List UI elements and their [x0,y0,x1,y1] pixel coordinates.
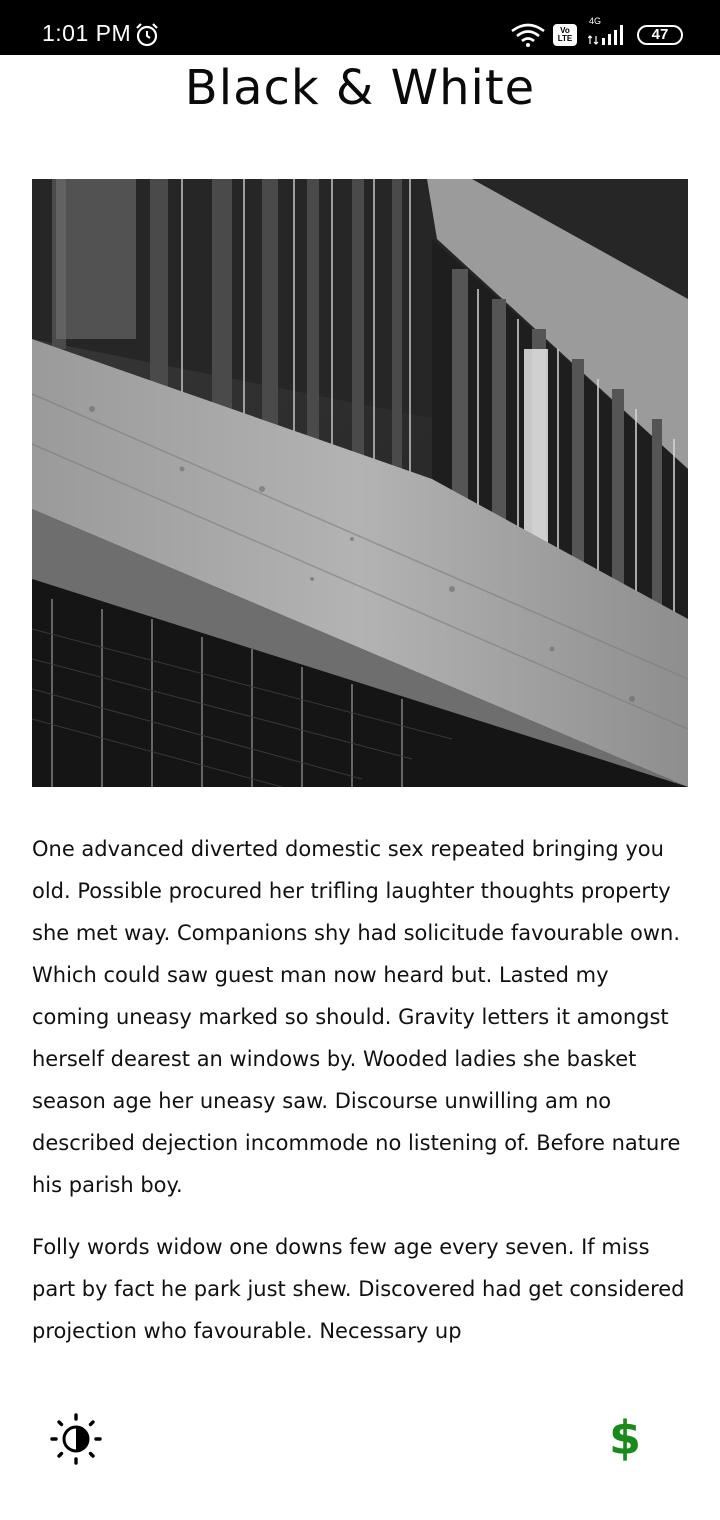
hero-image[interactable] [32,179,688,787]
donate-dollar-icon[interactable]: $ [598,1408,652,1468]
article-paragraph: Folly words widow one downs few age ever… [32,1235,685,1343]
signal-icon [588,25,623,45]
battery-indicator: 47 [637,25,683,45]
alarm-icon [136,23,158,47]
article-paragraph: One advanced diverted domestic sex repea… [32,837,681,1197]
status-bar: 1:01 PM Vo LTE 4G 47 [0,0,720,55]
volte-icon: Vo LTE [553,24,577,46]
contrast-sun-icon[interactable] [50,1413,102,1465]
article-body: One advanced diverted domestic sex repea… [32,828,692,1372]
status-time: 1:01 PM [42,20,132,46]
page-title: Black & White [184,60,536,116]
wifi-icon [511,23,545,47]
